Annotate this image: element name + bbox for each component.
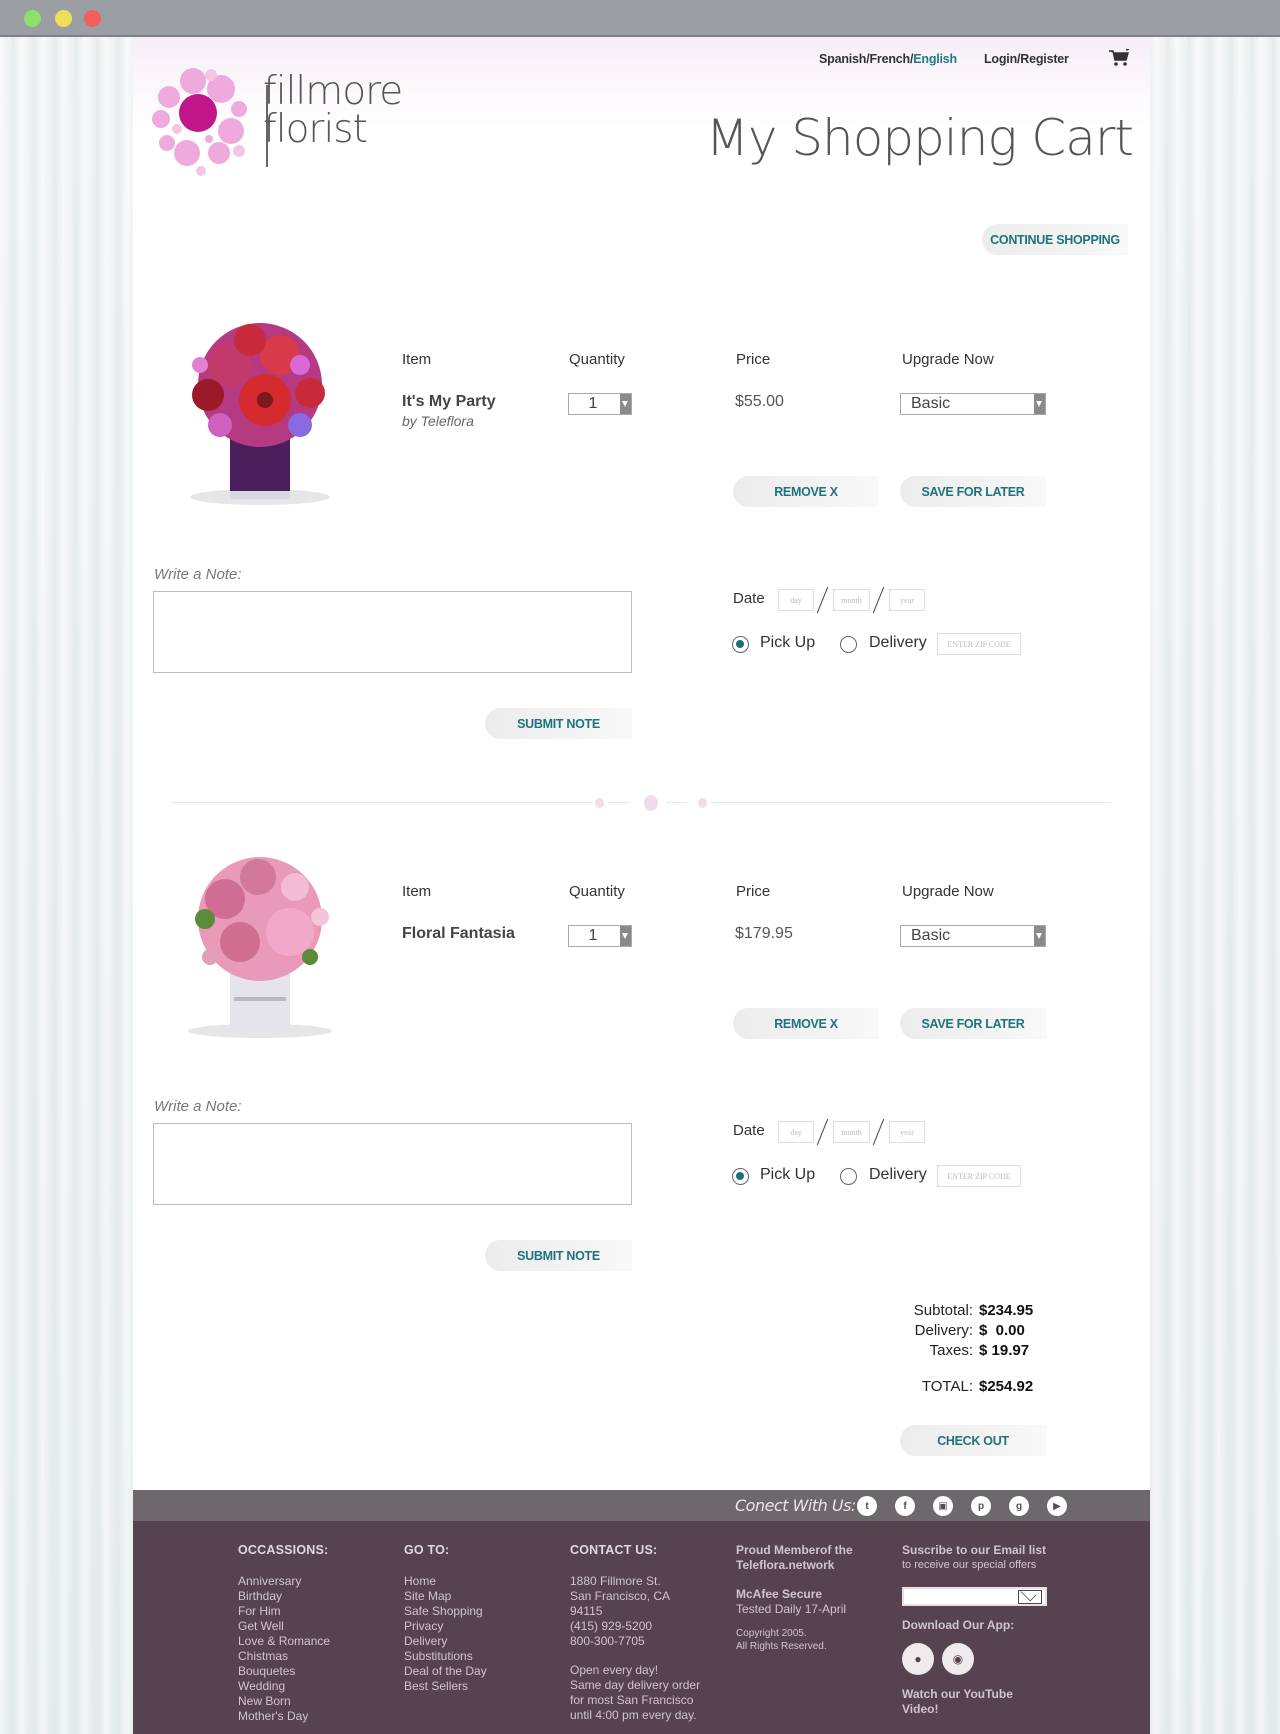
social-label: Conect With Us: — [735, 1496, 856, 1515]
footer-link[interactable]: Best Sellers — [404, 1679, 487, 1694]
youtube-video-link[interactable]: Video! — [902, 1702, 1047, 1717]
email-subscribe-input[interactable] — [902, 1587, 1047, 1606]
window-titlebar — [0, 0, 1280, 37]
footer-link[interactable]: Home — [404, 1574, 487, 1589]
item-name[interactable]: Floral Fantasia — [402, 925, 515, 943]
instagram-icon[interactable]: ▣ — [933, 1496, 953, 1516]
pick-up-label[interactable]: Pick Up — [760, 1166, 815, 1184]
window-maximize-button[interactable] — [24, 10, 41, 27]
delivery-label[interactable]: Delivery — [869, 1166, 927, 1184]
footer-goto: GO TO: Home Site Map Safe Shopping Priva… — [404, 1543, 487, 1694]
footer-link[interactable]: Deal of the Day — [404, 1664, 487, 1679]
product-image-floral-fantasia[interactable] — [170, 847, 350, 1042]
chevron-down-icon — [1034, 394, 1045, 414]
subtotal-label: Subtotal: — [913, 1302, 973, 1319]
cart-item: Item Quantity Price Upgrade Now Floral F… — [133, 569, 1150, 1289]
facebook-icon[interactable]: f — [895, 1496, 915, 1516]
twitter-icon[interactable]: t — [857, 1496, 877, 1516]
save-for-later-button[interactable]: SAVE FOR LATER — [900, 1008, 1046, 1039]
item-price: $179.95 — [735, 925, 793, 942]
mcafee-badge[interactable]: McAfee Secure — [736, 1587, 853, 1602]
footer-link[interactable]: Anniversary — [238, 1574, 330, 1589]
footer-link[interactable]: Birthday — [238, 1589, 330, 1604]
footer-link[interactable]: Substitutions — [404, 1649, 487, 1664]
note-textarea[interactable] — [153, 1123, 632, 1205]
upgrade-select[interactable]: Basic — [900, 925, 1046, 947]
checkout-button[interactable]: CHECK OUT — [900, 1425, 1046, 1456]
upgrade-header: Upgrade Now — [902, 351, 994, 368]
footer-link[interactable]: Mother's Day — [238, 1709, 330, 1724]
footer-subscribe: Suscribe to our Email list to receive ou… — [902, 1543, 1047, 1717]
footer-link[interactable]: Safe Shopping — [404, 1604, 487, 1619]
year-input[interactable]: year — [889, 1121, 925, 1143]
chevron-down-icon — [1034, 926, 1045, 946]
total-label: TOTAL: — [921, 1378, 973, 1395]
footer-link[interactable]: Chistmas — [238, 1649, 330, 1664]
android-app-icon[interactable]: ◉ — [942, 1643, 974, 1675]
upgrade-select[interactable]: Basic — [900, 393, 1046, 415]
delivery-fee-label: Delivery: — [914, 1322, 973, 1339]
footer-link[interactable]: New Born — [238, 1694, 330, 1709]
social-bar: Conect With Us: t f ▣ p g ▶ — [133, 1490, 1150, 1521]
footer-link[interactable]: Bouquetes — [238, 1664, 330, 1679]
quantity-header: Quantity — [569, 883, 625, 900]
footer: OCCASSIONS: Anniversary Birthday For Him… — [133, 1521, 1150, 1734]
pinterest-icon[interactable]: p — [971, 1496, 991, 1516]
date-label: Date — [733, 1122, 765, 1139]
footer-link[interactable]: For Him — [238, 1604, 330, 1619]
footer-link[interactable]: Love & Romance — [238, 1634, 330, 1649]
contact-heading: CONTACT US: — [570, 1543, 658, 1557]
taxes-label: Taxes: — [929, 1342, 973, 1359]
occasions-heading: OCCASSIONS: — [238, 1543, 329, 1557]
quantity-header: Quantity — [569, 351, 625, 368]
delivery-radio[interactable] — [840, 1168, 857, 1185]
footer-member: Proud Memberof the Teleflora.network McA… — [736, 1543, 853, 1652]
price-header: Price — [736, 351, 771, 368]
item-brand: by Teleflora — [402, 413, 474, 429]
youtube-video-link[interactable]: Watch our YouTube — [902, 1687, 1047, 1702]
chevron-down-icon — [620, 394, 631, 414]
subtotal-value: $234.95 — [979, 1302, 1034, 1319]
note-label: Write a Note: — [154, 1098, 242, 1115]
footer-contact: CONTACT US: 1880 Fillmore St. San Franci… — [570, 1543, 701, 1722]
item-price: $55.00 — [735, 393, 784, 410]
product-image-its-my-party[interactable] — [170, 315, 350, 510]
price-header: Price — [736, 883, 771, 900]
footer-occasions: OCCASSIONS: Anniversary Birthday For Him… — [238, 1543, 330, 1724]
youtube-icon[interactable]: ▶ — [1047, 1496, 1067, 1516]
goto-heading: GO TO: — [404, 1543, 450, 1557]
phone-link[interactable]: 800-300-7705 — [570, 1634, 700, 1649]
window-minimize-button[interactable] — [55, 10, 72, 27]
page-container: Spanish/French/English Login/Register fi… — [133, 37, 1150, 1734]
chevron-down-icon — [620, 926, 631, 946]
submit-note-button[interactable]: SUBMIT NOTE — [485, 1240, 632, 1271]
remove-button[interactable]: REMOVE X — [733, 1008, 879, 1039]
envelope-icon[interactable] — [1018, 1590, 1042, 1604]
footer-link[interactable]: Wedding — [238, 1679, 330, 1694]
window-close-button[interactable] — [84, 10, 101, 27]
google-plus-icon[interactable]: g — [1009, 1496, 1029, 1516]
upgrade-header: Upgrade Now — [902, 883, 994, 900]
footer-link[interactable]: Delivery — [404, 1634, 487, 1649]
footer-link[interactable]: Site Map — [404, 1589, 487, 1604]
zip-code-input[interactable]: ENTER ZIP CODE — [937, 1165, 1021, 1187]
day-input[interactable]: day — [778, 1121, 814, 1143]
teleflora-link[interactable]: Teleflora.network — [736, 1558, 853, 1573]
month-input[interactable]: month — [833, 1121, 870, 1143]
taxes-value: $ 19.97 — [979, 1342, 1030, 1359]
save-for-later-button[interactable]: SAVE FOR LATER — [900, 476, 1046, 507]
item-header: Item — [402, 883, 432, 900]
pick-up-radio[interactable] — [732, 1168, 749, 1185]
item-header: Item — [402, 351, 432, 368]
total-value: $254.92 — [979, 1378, 1034, 1395]
footer-link[interactable]: Privacy — [404, 1619, 487, 1634]
delivery-fee-value: $ 0.00 — [979, 1322, 1025, 1339]
quantity-select[interactable]: 1 — [568, 925, 632, 947]
apple-app-icon[interactable]: ● — [902, 1643, 934, 1675]
footer-link[interactable]: Get Well — [238, 1619, 330, 1634]
phone-link[interactable]: (415) 929-5200 — [570, 1619, 700, 1634]
quantity-select[interactable]: 1 — [568, 393, 632, 415]
item-name[interactable]: It's My Party — [402, 393, 496, 411]
remove-button[interactable]: REMOVE X — [733, 476, 879, 507]
